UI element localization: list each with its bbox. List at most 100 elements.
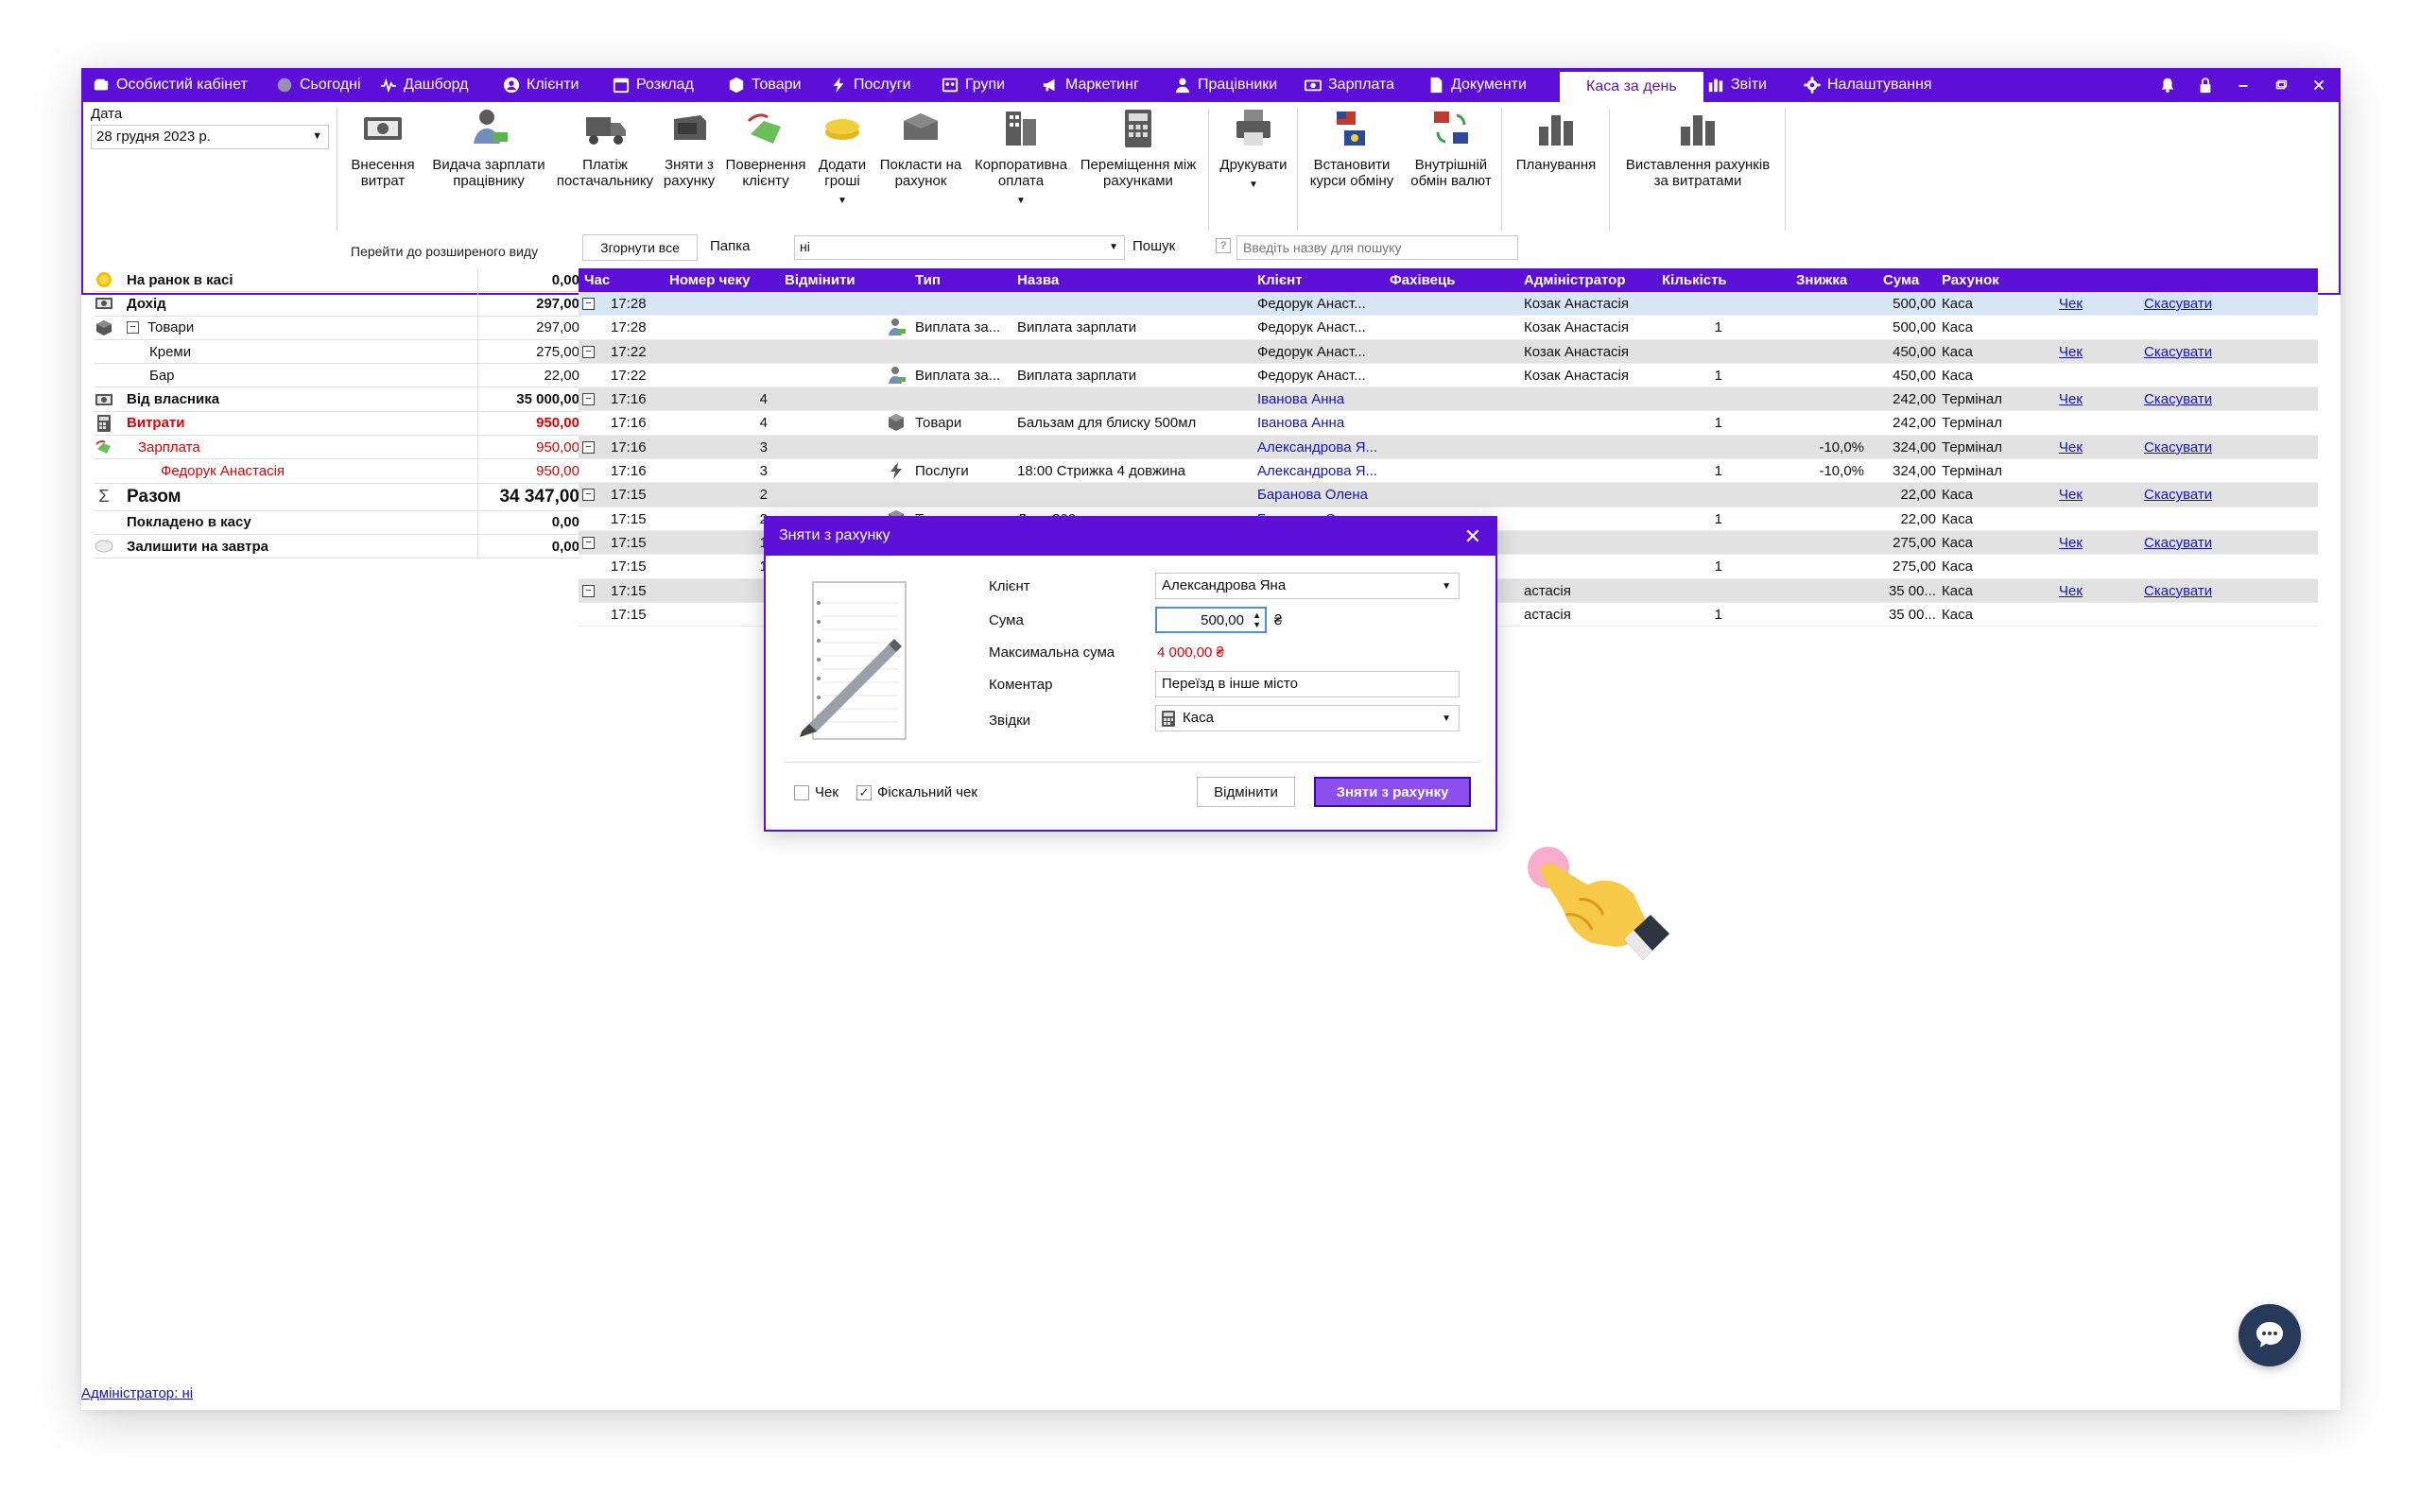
collapse-toggle[interactable]: −: [582, 298, 595, 310]
collapse-toggle[interactable]: −: [582, 345, 595, 358]
source-select[interactable]: Каса ▼: [1155, 705, 1460, 731]
cancel-link[interactable]: Скасувати: [2144, 535, 2212, 551]
nav-reports[interactable]: Звіти: [1707, 68, 1767, 102]
notifications-bell-button[interactable]: [2153, 68, 2182, 102]
receipt-link[interactable]: Чек: [2059, 344, 2083, 360]
column-header-specialist[interactable]: Фахівець: [1390, 272, 1455, 288]
cancel-link[interactable]: Скасувати: [2144, 439, 2212, 455]
column-header-client[interactable]: Клієнт: [1257, 272, 1303, 288]
cancel-link[interactable]: Скасувати: [2144, 296, 2212, 312]
close-window-button[interactable]: [2305, 68, 2333, 102]
summary-row[interactable]: Бар 22,00: [95, 364, 581, 388]
summary-row[interactable]: Покладено в касу 0,00: [95, 510, 581, 535]
column-header-quantity[interactable]: Кількість: [1662, 272, 1727, 288]
nav-products[interactable]: Товари: [728, 68, 801, 102]
summary-row[interactable]: Дохід 297,00: [95, 292, 581, 317]
summary-row[interactable]: Зарплата 950,00: [95, 436, 581, 460]
cancel-link[interactable]: Скасувати: [2144, 344, 2212, 360]
cell-client[interactable]: Баранова Олена: [1257, 487, 1390, 503]
nav-today[interactable]: Сьогодні: [276, 68, 361, 102]
withdraw-submit-button[interactable]: Зняти з рахунку: [1314, 777, 1471, 807]
cell-client[interactable]: Іванова Анна: [1257, 415, 1390, 431]
administrator-link[interactable]: Адміністратор: ні: [81, 1385, 193, 1401]
dialog-close-button[interactable]: ✕: [1460, 524, 1486, 550]
table-row[interactable]: 17:16 4 Товари Бальзам для блиску 500мл Іван…: [579, 411, 2318, 436]
summary-row[interactable]: Креми 275,00: [95, 339, 581, 365]
table-row[interactable]: − 17:16 4 Іванова Анна 242,00 Термінал Чек Скас…: [579, 387, 2318, 412]
chat-button[interactable]: [2238, 1304, 2301, 1366]
collapse-toggle[interactable]: −: [582, 393, 595, 406]
restore-button[interactable]: [2267, 68, 2295, 102]
collapse-toggle[interactable]: −: [582, 584, 595, 597]
planning-button[interactable]: Планування: [1507, 106, 1605, 285]
comment-input[interactable]: Переїзд в інше місто: [1155, 671, 1460, 697]
summary-row[interactable]: Від власника 35 000,00: [95, 387, 581, 412]
column-header-sum[interactable]: Сума: [1883, 272, 1919, 288]
receipt-checkbox[interactable]: Чек: [794, 784, 838, 800]
table-row[interactable]: 17:22 Виплата за... Виплата зарплати Федору…: [579, 364, 2318, 388]
nav-employees[interactable]: Працівники: [1174, 68, 1277, 102]
cancel-link[interactable]: Скасувати: [2144, 391, 2212, 407]
advanced-view-link[interactable]: Перейти до розширеного виду: [351, 244, 538, 259]
collapse-toggle[interactable]: −: [127, 320, 139, 334]
collapse-toggle[interactable]: −: [582, 440, 595, 454]
nav-salary[interactable]: Зарплата: [1305, 68, 1394, 102]
summary-row[interactable]: Залишити на завтра 0,00: [95, 534, 581, 559]
fiscal-receipt-checkbox[interactable]: ✓ Фіскальний чек: [856, 784, 977, 800]
table-row[interactable]: − 17:22 Федорук Анаст... Козак Анастасія 450…: [579, 339, 2318, 364]
receipt-link[interactable]: Чек: [2059, 535, 2083, 551]
nav-services[interactable]: Послуги: [830, 68, 911, 102]
folder-select[interactable]: ні ▼: [794, 235, 1125, 260]
nav-schedule[interactable]: Розклад: [613, 68, 694, 102]
column-header-discount[interactable]: Знижка: [1796, 272, 1847, 288]
receipt-link[interactable]: Чек: [2059, 583, 2083, 599]
summary-row[interactable]: − Товари 297,00: [95, 316, 581, 340]
sum-input[interactable]: 500,00 ▲ ▼: [1155, 607, 1267, 633]
help-icon[interactable]: ?: [1216, 238, 1231, 253]
receipt-link[interactable]: Чек: [2059, 296, 2083, 312]
nav-marketing[interactable]: Маркетинг: [1042, 68, 1139, 102]
cell-client[interactable]: Александрова Я...: [1257, 439, 1390, 455]
date-picker[interactable]: 28 грудня 2023 р. ▼: [91, 125, 329, 149]
nav-personal-cabinet[interactable]: Особистий кабінет: [93, 68, 248, 102]
nav-groups[interactable]: Групи: [942, 68, 1005, 102]
column-header-account[interactable]: Рахунок: [1942, 272, 1999, 288]
nav-clients[interactable]: Клієнти: [503, 68, 579, 102]
table-row[interactable]: − 17:15 2 Баранова Олена 22,00 Каса Чек Скасува…: [579, 483, 2318, 507]
table-row[interactable]: − 17:28 Федорук Анаст... Козак Анастасія 500…: [579, 292, 2318, 317]
collapse-toggle[interactable]: −: [582, 536, 595, 549]
table-row[interactable]: 17:28 Виплата за... Виплата зарплати Федору…: [579, 316, 2318, 340]
cancel-button[interactable]: Відмінити: [1197, 777, 1295, 807]
receipt-link[interactable]: Чек: [2059, 487, 2083, 503]
column-header-type[interactable]: Тип: [915, 272, 941, 288]
search-input[interactable]: [1236, 235, 1518, 260]
lock-button[interactable]: [2191, 68, 2220, 102]
cell-client[interactable]: Александрова Я...: [1257, 463, 1390, 479]
collapse-all-button[interactable]: Згорнути все: [582, 234, 698, 261]
summary-row[interactable]: Федорук Анастасія 950,00: [95, 459, 581, 484]
collapse-toggle[interactable]: −: [582, 489, 595, 502]
summary-row[interactable]: Витрати 950,00: [95, 411, 581, 437]
spinner-arrows-icon[interactable]: ▲ ▼: [1253, 610, 1261, 629]
receipt-link[interactable]: Чек: [2059, 439, 2083, 455]
nav-dashboard[interactable]: Дашборд: [380, 68, 469, 102]
nav-settings[interactable]: Налаштування: [1804, 68, 1932, 102]
column-header-time[interactable]: Час: [584, 272, 610, 288]
column-header-name[interactable]: Назва: [1017, 272, 1059, 288]
cancel-link[interactable]: Скасувати: [2144, 487, 2212, 503]
cell-client[interactable]: Іванова Анна: [1257, 391, 1390, 407]
column-header-check-number[interactable]: Номер чеку: [669, 272, 750, 288]
cancel-link[interactable]: Скасувати: [2144, 583, 2212, 599]
column-header-cancel[interactable]: Відмінити: [785, 272, 856, 288]
table-row[interactable]: 17:16 3 Послуги 18:00 Стрижка 4 довжина Алек…: [579, 459, 2318, 484]
summary-row[interactable]: Σ Разом 34 347,00: [95, 483, 581, 511]
table-row[interactable]: − 17:16 3 Александрова Я... -10,0% 324,00 Терм…: [579, 435, 2318, 460]
invoice-expenses-button[interactable]: Виставлення рахунків за витратами: [1615, 106, 1781, 285]
client-select[interactable]: Александрова Яна ▼: [1155, 573, 1460, 599]
column-header-administrator[interactable]: Адміністратор: [1524, 272, 1626, 288]
nav-daily-cash[interactable]: Каса за день: [1560, 72, 1703, 102]
receipt-link[interactable]: Чек: [2059, 391, 2083, 407]
minimize-button[interactable]: [2229, 68, 2257, 102]
summary-row[interactable]: На ранок в касі 0,00: [95, 268, 581, 293]
nav-documents[interactable]: Документи: [1427, 68, 1527, 102]
